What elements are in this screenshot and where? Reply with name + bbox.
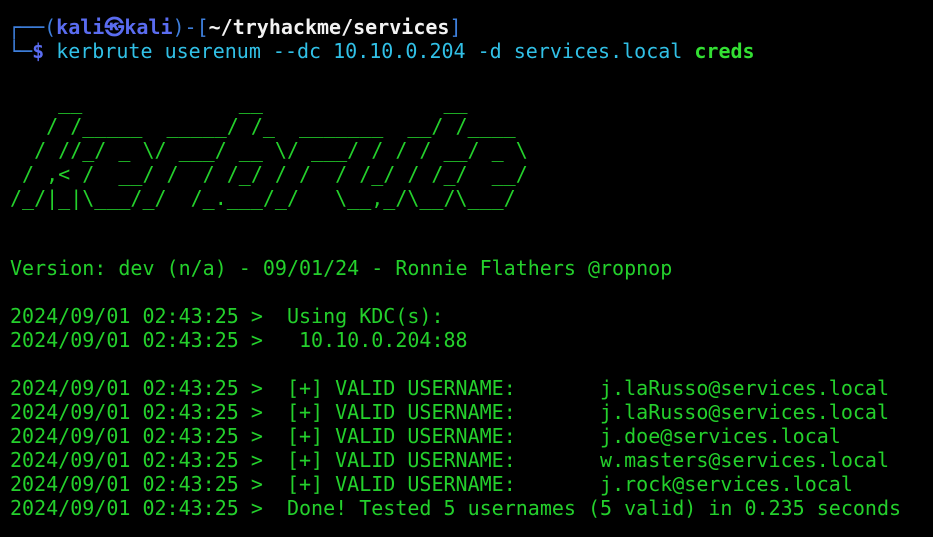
log-timestamp: 2024/09/01 02:43:25 > xyxy=(10,304,263,328)
log-timestamp: 2024/09/01 02:43:25 > xyxy=(10,376,263,400)
log-timestamp: 2024/09/01 02:43:25 > xyxy=(10,424,263,448)
log-line: 2024/09/01 02:43:25 > [+] VALID USERNAME… xyxy=(10,424,841,448)
log-message: Using KDC(s): xyxy=(262,304,444,328)
prompt-frame-mid: )-[ xyxy=(172,15,209,39)
version-line: Version: dev (n/a) - 09/01/24 - Ronnie F… xyxy=(10,256,673,280)
log-line: 2024/09/01 02:43:25 > Using KDC(s): xyxy=(10,304,444,328)
log-line: 2024/09/01 02:43:25 > [+] VALID USERNAME… xyxy=(10,448,889,472)
log-timestamp: 2024/09/01 02:43:25 > xyxy=(10,448,263,472)
prompt-dollar: $ xyxy=(32,39,45,63)
log-line: 2024/09/01 02:43:25 > [+] VALID USERNAME… xyxy=(10,376,889,400)
prompt-frame-right: ] xyxy=(449,15,462,39)
prompt-frame-left: ┌──( xyxy=(8,15,57,39)
command-line: └─$ kerbrute userenum --dc 10.10.0.204 -… xyxy=(8,39,755,63)
log-message: [+] VALID USERNAME: w.masters@services.l… xyxy=(262,448,890,472)
log-message: 10.10.0.204:88 xyxy=(262,328,468,352)
terminal-window[interactable]: ┌──(kali㉿kali)-[~/tryhackme/services] └─… xyxy=(0,0,933,537)
log-line: 2024/09/01 02:43:25 > [+] VALID USERNAME… xyxy=(10,400,889,424)
command-last-arg: creds xyxy=(694,39,755,63)
log-line: 2024/09/01 02:43:25 > 10.10.0.204:88 xyxy=(10,328,468,352)
command-args: userenum --dc 10.10.0.204 -d services.lo… xyxy=(164,39,683,63)
prompt-user: kali xyxy=(56,15,105,39)
kerbrute-ascii-banner: __ __ __ / /_____ _____/ /_ _______ __/ … xyxy=(10,90,528,210)
log-timestamp: 2024/09/01 02:43:25 > xyxy=(10,496,263,520)
log-message: [+] VALID USERNAME: j.rock@services.loca… xyxy=(262,472,853,496)
log-line: 2024/09/01 02:43:25 > [+] VALID USERNAME… xyxy=(10,472,853,496)
prompt-frame-bottom: └─ xyxy=(8,39,33,63)
prompt-line: ┌──(kali㉿kali)-[~/tryhackme/services] xyxy=(8,15,462,39)
log-timestamp: 2024/09/01 02:43:25 > xyxy=(10,328,263,352)
log-line: 2024/09/01 02:43:25 > Done! Tested 5 use… xyxy=(10,496,901,520)
log-message: [+] VALID USERNAME: j.laRusso@services.l… xyxy=(262,376,890,400)
log-timestamp: 2024/09/01 02:43:25 > xyxy=(10,472,263,496)
prompt-path: ~/tryhackme/services xyxy=(208,15,450,39)
log-timestamp: 2024/09/01 02:43:25 > xyxy=(10,400,263,424)
log-message: [+] VALID USERNAME: j.doe@services.local xyxy=(262,424,841,448)
log-message: [+] VALID USERNAME: j.laRusso@services.l… xyxy=(262,400,890,424)
log-message: Done! Tested 5 usernames (5 valid) in 0.… xyxy=(262,496,902,520)
prompt-at-symbol: ㉿ xyxy=(104,15,125,39)
command-name: kerbrute xyxy=(56,39,153,63)
prompt-host: kali xyxy=(124,15,173,39)
